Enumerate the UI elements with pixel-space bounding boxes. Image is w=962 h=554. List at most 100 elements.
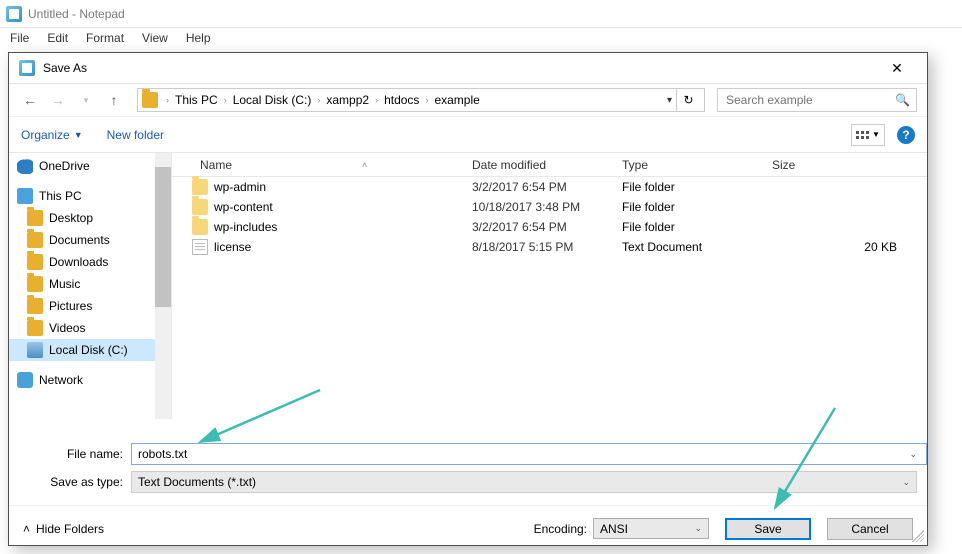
new-folder-button[interactable]: New folder: [107, 128, 164, 142]
crumb-thispc[interactable]: This PC: [173, 93, 220, 107]
encoding-label: Encoding:: [534, 522, 587, 536]
nav-downloads[interactable]: Downloads: [9, 251, 171, 273]
nav-network[interactable]: Network: [9, 369, 171, 391]
column-headers: Name˄ Date modified Type Size: [172, 153, 927, 177]
notepad-menubar: File Edit Format View Help: [0, 28, 962, 48]
view-options-button[interactable]: ▼: [851, 124, 885, 146]
chevron-right-icon[interactable]: ›: [425, 95, 428, 105]
resize-grip[interactable]: [912, 530, 924, 542]
menu-view[interactable]: View: [134, 29, 176, 47]
file-row[interactable]: wp-content10/18/2017 3:48 PMFile folder: [172, 197, 927, 217]
notepad-app-icon: [6, 6, 22, 22]
crumb-disk[interactable]: Local Disk (C:): [231, 93, 314, 107]
file-type: File folder: [622, 200, 772, 214]
folder-icon: [192, 219, 208, 235]
chevron-down-icon[interactable]: ⌄: [909, 449, 917, 460]
grid-icon: [856, 131, 869, 139]
close-button[interactable]: ✕: [877, 54, 917, 82]
folder-icon: [27, 254, 43, 270]
dialog-app-icon: [19, 60, 35, 76]
folder-icon: [27, 232, 43, 248]
nav-desktop[interactable]: Desktop: [9, 207, 171, 229]
textfile-icon: [192, 239, 208, 255]
cancel-button[interactable]: Cancel: [827, 518, 913, 540]
chevron-right-icon[interactable]: ›: [224, 95, 227, 105]
crumb-xampp[interactable]: xampp2: [324, 93, 371, 107]
breadcrumb[interactable]: › This PC › Local Disk (C:) › xampp2 › h…: [137, 88, 705, 112]
crumb-example[interactable]: example: [432, 93, 481, 107]
chevron-right-icon[interactable]: ›: [375, 95, 378, 105]
file-name: license: [214, 240, 251, 254]
chevron-down-icon: ⌄: [902, 477, 910, 488]
menu-help[interactable]: Help: [178, 29, 219, 47]
scrollbar[interactable]: [155, 153, 171, 419]
menu-file[interactable]: File: [2, 29, 37, 47]
nav-documents[interactable]: Documents: [9, 229, 171, 251]
file-row[interactable]: wp-admin3/2/2017 6:54 PMFile folder: [172, 177, 927, 197]
dialog-title: Save As: [43, 61, 877, 75]
file-type: File folder: [622, 220, 772, 234]
save-button[interactable]: Save: [725, 518, 811, 540]
file-name: wp-content: [214, 200, 273, 214]
nav-music[interactable]: Music: [9, 273, 171, 295]
saveastype-combo[interactable]: Text Documents (*.txt) ⌄: [131, 471, 917, 493]
cloud-icon: [17, 158, 33, 174]
organize-button[interactable]: Organize ▼: [21, 128, 83, 142]
chevron-down-icon: ▼: [74, 130, 83, 140]
back-button[interactable]: ←: [19, 89, 41, 111]
hide-folders-button[interactable]: ˄ Hide Folders: [23, 522, 104, 536]
nav-pictures[interactable]: Pictures: [9, 295, 171, 317]
encoding-combo[interactable]: ANSI ⌄: [593, 518, 709, 539]
folder-icon: [27, 276, 43, 292]
filename-label: File name:: [27, 447, 131, 461]
file-row[interactable]: wp-includes3/2/2017 6:54 PMFile folder: [172, 217, 927, 237]
chevron-up-icon: ˄: [23, 522, 30, 536]
forward-button[interactable]: →: [47, 89, 69, 111]
folder-icon: [142, 92, 158, 108]
file-row[interactable]: license8/18/2017 5:15 PMText Document20 …: [172, 237, 927, 257]
dialog-toolbar: Organize ▼ New folder ▼ ?: [9, 117, 927, 153]
col-name[interactable]: Name: [200, 158, 232, 172]
menu-format[interactable]: Format: [78, 29, 132, 47]
file-date: 3/2/2017 6:54 PM: [472, 220, 622, 234]
file-date: 3/2/2017 6:54 PM: [472, 180, 622, 194]
folder-icon: [27, 320, 43, 336]
navigation-pane: OneDrive This PC Desktop Documents Downl…: [9, 153, 171, 419]
network-icon: [17, 372, 33, 388]
filename-input[interactable]: [131, 443, 927, 465]
saveastype-value: Text Documents (*.txt): [138, 475, 256, 489]
nav-onedrive[interactable]: OneDrive: [9, 155, 171, 177]
search-box[interactable]: 🔍: [717, 88, 917, 112]
file-list: Name˄ Date modified Type Size wp-admin3/…: [171, 153, 927, 419]
nav-localdisk[interactable]: Local Disk (C:): [9, 339, 171, 361]
col-size[interactable]: Size: [772, 158, 927, 172]
saveastype-label: Save as type:: [27, 475, 131, 489]
chevron-down-icon: ▼: [872, 130, 880, 139]
search-input[interactable]: [724, 92, 895, 108]
main-area: OneDrive This PC Desktop Documents Downl…: [9, 153, 927, 419]
file-type: Text Document: [622, 240, 772, 254]
dialog-titlebar: Save As ✕: [9, 53, 927, 83]
pc-icon: [17, 188, 33, 204]
col-date[interactable]: Date modified: [472, 158, 622, 172]
chevron-down-icon[interactable]: ▾: [667, 95, 672, 106]
address-bar: ← → ▾ ↑ › This PC › Local Disk (C:) › xa…: [9, 83, 927, 117]
menu-edit[interactable]: Edit: [39, 29, 76, 47]
help-button[interactable]: ?: [897, 126, 915, 144]
chevron-right-icon[interactable]: ›: [317, 95, 320, 105]
up-button[interactable]: ↑: [103, 89, 125, 111]
notepad-window: Untitled - Notepad File Edit Format View…: [0, 0, 962, 48]
chevron-right-icon[interactable]: ›: [166, 95, 169, 105]
nav-videos[interactable]: Videos: [9, 317, 171, 339]
refresh-button[interactable]: ↻: [676, 88, 700, 112]
nav-thispc[interactable]: This PC: [9, 185, 171, 207]
save-as-dialog: Save As ✕ ← → ▾ ↑ › This PC › Local Disk…: [8, 52, 928, 546]
recent-dropdown[interactable]: ▾: [75, 89, 97, 111]
scrollbar-thumb[interactable]: [155, 167, 171, 307]
col-type[interactable]: Type: [622, 158, 772, 172]
disk-icon: [27, 342, 43, 358]
crumb-htdocs[interactable]: htdocs: [382, 93, 421, 107]
folder-icon: [27, 210, 43, 226]
bottom-bar: ˄ Hide Folders Encoding: ANSI ⌄ Save Can…: [9, 505, 927, 551]
notepad-titlebar: Untitled - Notepad: [0, 0, 962, 28]
